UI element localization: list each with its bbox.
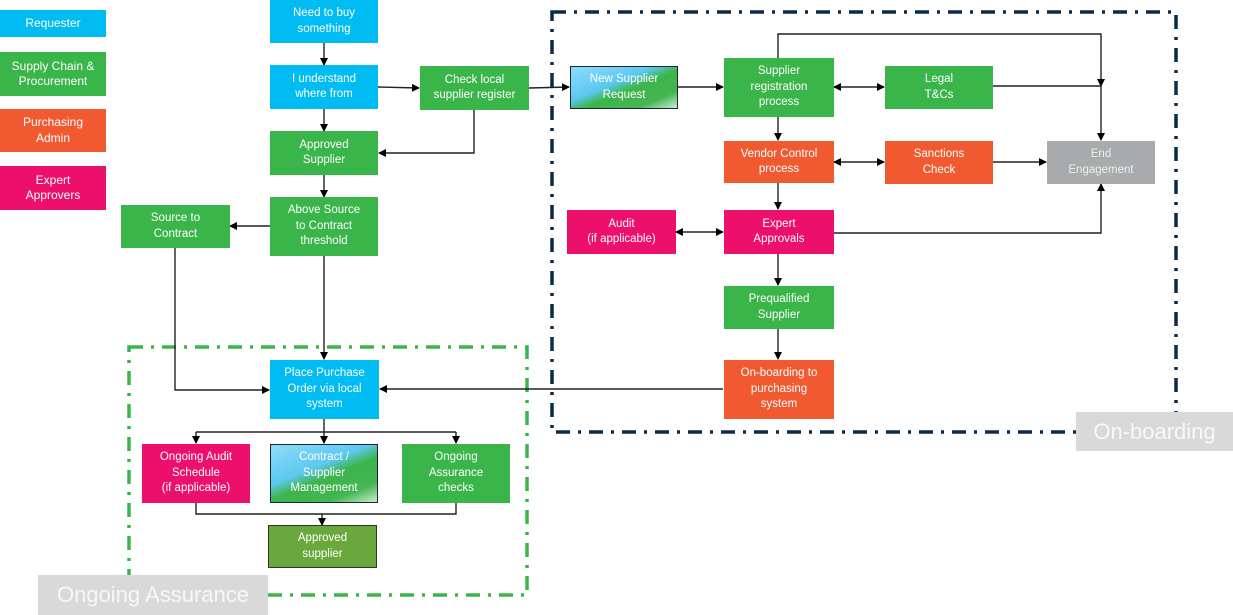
node-above-threshold[interactable]: Above Source to Contract threshold	[270, 197, 378, 256]
node-vendor-control[interactable]: Vendor Control process	[724, 141, 834, 183]
node-check-local-register[interactable]: Check local supplier register	[420, 66, 529, 110]
node-supplier-registration[interactable]: Supplier registration process	[724, 58, 834, 117]
legend-supply-chain-procurement: Supply Chain & Procurement	[0, 52, 106, 96]
arrow-check-to-new-supplier	[528, 83, 570, 92]
node-need-to-buy[interactable]: Need to buy something	[270, 0, 378, 43]
node-new-supplier-request[interactable]: New Supplier Request	[570, 66, 678, 109]
node-approved-supplier-final[interactable]: Approved supplier	[268, 525, 377, 568]
node-contract-supplier-management[interactable]: Contract / Supplier Management	[270, 444, 378, 503]
node-place-purchase-order[interactable]: Place Purchase Order via local system	[270, 360, 379, 419]
arrow-source-to-po	[174, 248, 270, 394]
line-audit-schedule-merge	[195, 503, 457, 515]
legend-requester: Requester	[0, 10, 106, 37]
node-source-to-contract[interactable]: Source to Contract	[121, 205, 230, 248]
node-understand-where-from[interactable]: I understand where from	[270, 65, 378, 109]
node-prequalified-supplier[interactable]: Prequalified Supplier	[724, 286, 834, 329]
node-audit[interactable]: Audit (if applicable)	[567, 210, 676, 254]
node-ongoing-audit-schedule[interactable]: Ongoing Audit Schedule (if applicable)	[142, 444, 250, 503]
legend-purchasing-admin: Purchasing Admin	[0, 109, 106, 152]
node-onboarding-purchasing[interactable]: On-boarding to purchasing system	[724, 360, 834, 419]
node-sanctions-check[interactable]: Sanctions Check	[885, 141, 993, 184]
arrow-understand-to-check	[377, 83, 420, 92]
onboarding-region-label: On-boarding	[1076, 412, 1233, 451]
node-legal-tcs[interactable]: Legal T&Cs	[885, 66, 993, 109]
node-ongoing-assurance-checks[interactable]: Ongoing Assurance checks	[402, 444, 510, 503]
node-approved-supplier[interactable]: Approved Supplier	[270, 131, 378, 175]
arrow-check-to-approved	[378, 110, 475, 157]
node-end-engagement[interactable]: End Engagement	[1047, 141, 1155, 184]
node-expert-approvals[interactable]: Expert Approvals	[724, 210, 834, 254]
ongoing-assurance-region-label: Ongoing Assurance	[38, 575, 268, 615]
arrow-expert-to-end	[834, 183, 1105, 234]
legend-expert-approvers: Expert Approvers	[0, 166, 106, 210]
